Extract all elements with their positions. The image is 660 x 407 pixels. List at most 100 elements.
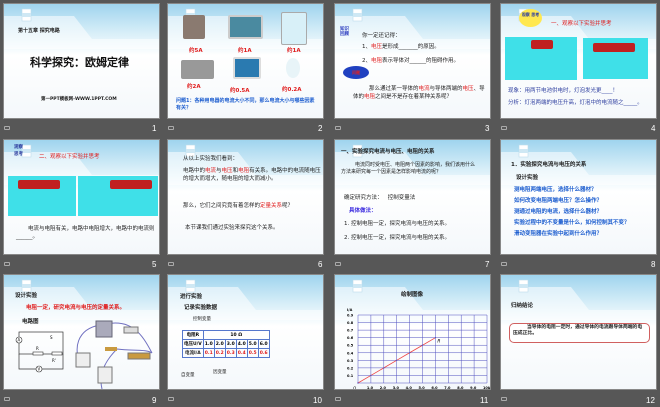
slide-heading: 二、观察以下实验并思考 [39, 154, 100, 160]
y-tick-label: 0.7 [347, 329, 354, 333]
phenomenon-text: 现象：用两节电池供电时，灯泡发光更____！ [508, 88, 619, 94]
item-1: 1、电压是形成_______的原因。 [362, 44, 440, 50]
slide-number: 1 [152, 124, 157, 133]
intro-text: 你一定还记得： [362, 33, 401, 39]
chapter-label: 第十五章 探究电路 [18, 28, 60, 34]
y-tick-label: 0.6 [347, 336, 354, 340]
heater-image [183, 15, 205, 39]
rheostat-symbol: R' [52, 358, 56, 363]
step-2: 2. 控制电压一定，探究电流与电阻的关系。 [344, 235, 450, 241]
current-label: 约0.2A [282, 87, 302, 93]
slide-heading: 绘制图像 [401, 292, 424, 298]
slide-heading: 归纳结论 [511, 303, 534, 309]
origin-label: O [353, 386, 356, 390]
y-tick-label: 0.4 [347, 351, 354, 355]
design-question: 实验过程中的不变量是什么，如何控制其不变？ [514, 220, 630, 226]
slide-thumbnail-8[interactable]: 1．实验探究电流与电压的关系 设计实验 测电阻两端电压，选择什么器材？ 如何改变… [500, 139, 657, 255]
slide-number: 6 [318, 260, 323, 269]
slide-number: 10 [313, 396, 322, 405]
bulb-image [286, 58, 300, 78]
slide-thumbnail-6[interactable]: 从以上实验我们看到： 电路中的电流与电压和电阻有关系。电路中的电流随电压的增大而… [167, 139, 324, 255]
x-tick-label: 1.0 [367, 386, 374, 390]
slide-transition-icon[interactable] [4, 262, 10, 266]
design-label: 设计实验 [516, 175, 539, 181]
slide-heading: 1．实验探究电流与电压的关系 [511, 162, 587, 168]
slide-number: 5 [152, 260, 157, 269]
washer-image [281, 12, 307, 45]
data-point [370, 374, 372, 377]
design-question: 测电阻两端电压，选择什么器材？ [514, 187, 597, 193]
concrete-label: 具体做法： [349, 208, 377, 214]
experiment-image-2 [78, 176, 158, 216]
experiment-image-1 [505, 37, 577, 80]
question-cloud: 问题 [343, 66, 369, 79]
slide-transition-icon[interactable] [501, 397, 507, 401]
diagram-label: 电路图 [22, 319, 39, 325]
slide-transition-icon[interactable] [335, 397, 341, 401]
slide-transition-icon[interactable] [168, 397, 174, 401]
control-variable-label: 控制变量 [193, 317, 211, 322]
slide-thumbnail-9[interactable]: 设计实验 电阻一定，研究电流与电压的定量关系。 电路图 A V S R R' [3, 274, 160, 390]
x-tick-label: 6.0 [431, 386, 438, 390]
data-point [408, 352, 411, 354]
circuit-diagram: A V S R R' [15, 331, 64, 373]
oven-image [181, 60, 214, 79]
slide-transition-icon[interactable] [168, 262, 174, 266]
record-label: 记录实验数据 [184, 305, 218, 311]
current-label: 约2A [187, 84, 201, 90]
x-tick-label: 4.0 [406, 386, 413, 390]
slide-thumbnail-11[interactable]: 绘制图像 1.0 2.0 3.0 4.0 5.0 6.0 7.0 8.0 9.0 10.0 0.1 0… [334, 274, 491, 390]
data-table: 电阻R 10 Ω 电压U/V 1.0 2.0 3.0 4.0 5.0 6.0 电流I/A 0.1… [182, 330, 270, 358]
slide-thumbnail-2[interactable]: 约5A 约1A 约1A 约2A 约0.5A 约0.2A 问题1：各种用电器的电流… [167, 3, 324, 119]
x-tick-label: 2.0 [380, 386, 387, 390]
x-axis-label: U/V [488, 386, 491, 390]
slide-thumbnail-5[interactable]: 观察 思考 二、观察以下实验并思考 电流与电阻有关，电路中电阻增大，电路中的电流… [3, 139, 160, 255]
independent-variable-label: 自变量 [181, 373, 195, 378]
slide-number: 7 [485, 260, 490, 269]
slide-number: 4 [651, 124, 656, 133]
slide-transition-icon[interactable] [168, 126, 174, 130]
question-text: 那么通过某一导体的电流与导体两端的电压、导体的电阻之间是不是存在着某种关系呢？ [353, 86, 485, 100]
method-line: 确定研究方法： 控制变量法 [344, 195, 416, 201]
conclusion-box: 当导体的电阻一定时，通过导体的电流跟导体两端的电压成正比。 [509, 323, 650, 343]
y-tick-label: 0.3 [347, 359, 354, 363]
slide-transition-icon[interactable] [335, 126, 341, 130]
current-label: 约1A [287, 48, 301, 54]
y-tick-label: 0.2 [347, 366, 354, 370]
x-tick-label: 5.0 [419, 386, 426, 390]
slide-transition-icon[interactable] [501, 126, 507, 130]
data-point [383, 367, 385, 369]
slide-thumbnail-1[interactable]: 第十五章 探究电路 科学探究：欧姆定律 第一PPT模板网-WWW.1PPT.CO… [3, 3, 160, 119]
data-point [396, 359, 398, 362]
slide-thumbnail-10[interactable]: 进行实验 记录实验数据 控制变量 电阻R 10 Ω 电压U/V 1.0 2.0 3.0 4… [167, 274, 324, 390]
slide-title: 科学探究：欧姆定律 [30, 56, 129, 69]
observe-cloud: 观察 思考 [519, 9, 542, 27]
review-tag: 知识 回顾 [340, 27, 349, 38]
slide-transition-icon[interactable] [4, 397, 10, 401]
slide-transition-icon[interactable] [501, 262, 507, 266]
voltmeter-symbol: V [38, 367, 41, 372]
resistor-symbol: R [36, 346, 39, 351]
data-point [421, 344, 424, 346]
current-voltage-chart: 1.0 2.0 3.0 4.0 5.0 6.0 7.0 8.0 9.0 10.00.10.20.3… [347, 308, 491, 390]
conclusion-text: 电流与电阻有关，电路中电阻增大，电路中的电流则______。 [16, 226, 155, 240]
question-text: 问题1：各种用电器的电流大小不同，那么电流大小与哪些因素有关？ [176, 98, 315, 111]
slide-thumbnail-4[interactable]: 观察 思考 一、观察以下实验并思考 现象：用两节电池供电时，灯泡发光更____！… [500, 3, 657, 119]
slide-number: 9 [152, 396, 157, 405]
current-label: 约5A [189, 48, 203, 54]
slide-thumbnail-3[interactable]: 知识 回顾 你一定还记得： 1、电压是形成_______的原因。 2、电阻表示导… [334, 3, 491, 119]
switch-symbol: S [50, 335, 53, 340]
current-label: 约1A [238, 48, 252, 54]
slide-thumbnail-12[interactable]: 归纳结论 当导体的电阻一定时，通过导体的电流跟导体两端的电压成正比。 [500, 274, 657, 390]
x-tick-label: 9.0 [470, 386, 477, 390]
slide-thumbnail-7[interactable]: 一、实验探究电流与电压、电阻的关系 电流同时受电压、电阻两个因素的影响，我们该用… [334, 139, 491, 255]
data-point [434, 336, 437, 339]
series-label: R [437, 339, 440, 345]
observe-tag: 观察 思考 [14, 145, 23, 158]
y-axis-label: I/A [347, 308, 353, 312]
design-question: 滑动变阻器在实验中起到什么作用？ [514, 231, 603, 237]
dependent-variable-label: 因变量 [213, 370, 227, 375]
goal-text: 电阻一定，研究电流与电压的定量关系。 [26, 305, 126, 311]
slide-transition-icon[interactable] [4, 126, 10, 130]
slide-transition-icon[interactable] [335, 262, 341, 266]
